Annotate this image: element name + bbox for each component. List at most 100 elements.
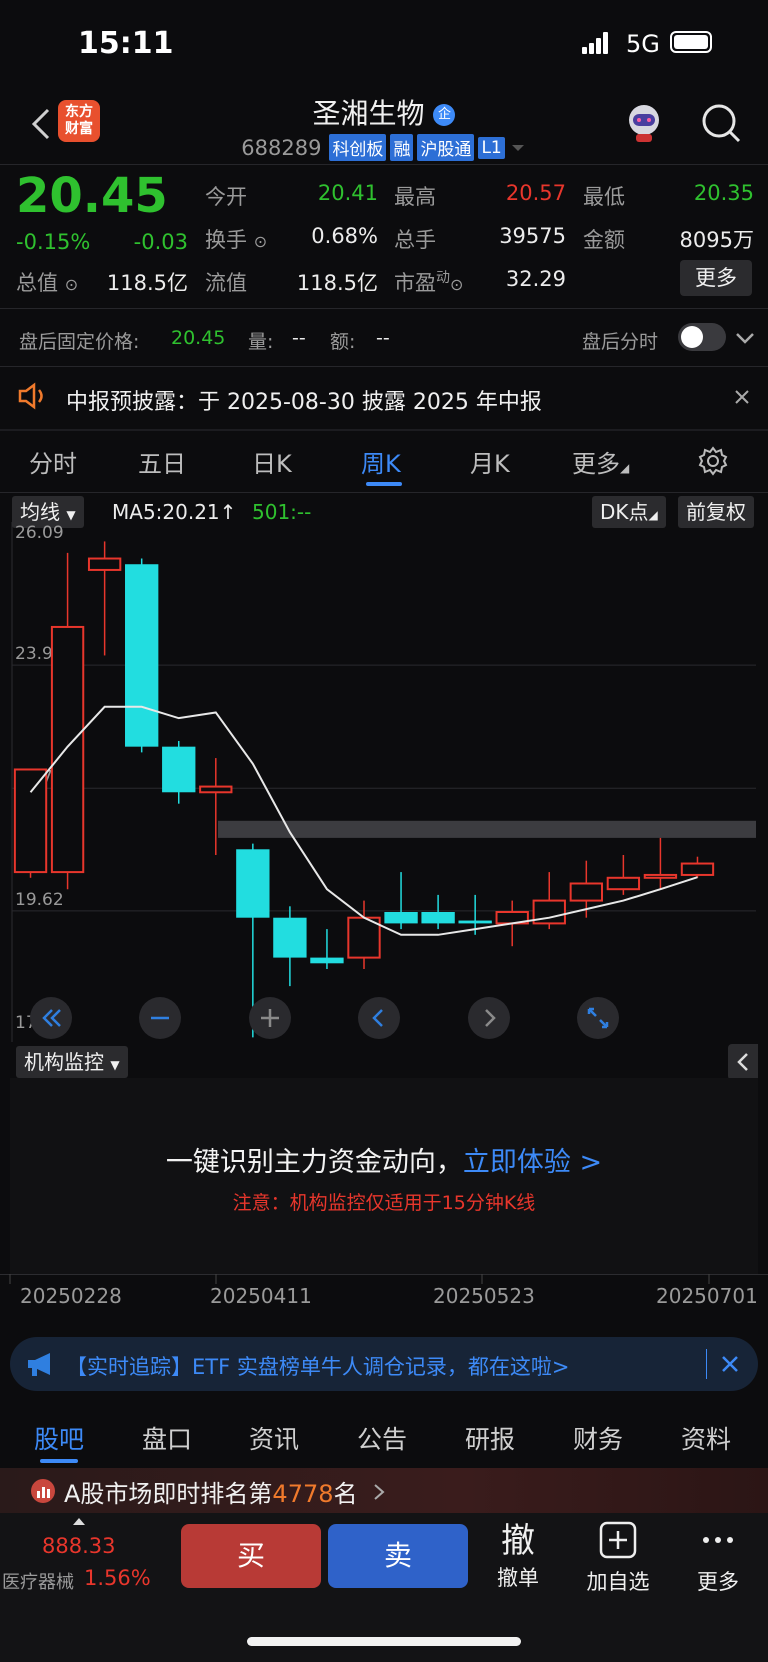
volume-value: 39575	[499, 224, 566, 248]
banner-text[interactable]: 【实时追踪】ETF 实盘榜单牛人调仓记录，都在这啦>	[66, 1351, 569, 1381]
tag-level: L1	[478, 136, 505, 159]
tag-margin: 融	[390, 134, 414, 161]
status-time: 15:11	[78, 26, 174, 61]
minus-icon	[151, 1016, 169, 1020]
monitor-headline[interactable]: 一键识别主力资金动向，立即体验 >	[10, 1140, 758, 1179]
monitor-note: 注意：机构监控仅适用于15分钟K线	[232, 1192, 536, 1214]
network-label: 5G	[626, 30, 660, 58]
high-label: 最高	[394, 185, 436, 209]
tab-research[interactable]: 研报	[465, 1420, 515, 1456]
x-tick: 20250411	[210, 1284, 312, 1308]
candle-body	[606, 876, 641, 891]
plus-square-icon	[599, 1521, 637, 1559]
settings-gear-icon[interactable]	[698, 446, 728, 480]
high-value: 20.57	[505, 181, 566, 205]
float-value: 118.5亿	[296, 271, 378, 295]
candle-body	[13, 768, 48, 874]
signal-icon	[582, 32, 610, 54]
float-label: 流值	[205, 271, 247, 295]
candle-body	[199, 785, 233, 794]
close-icon[interactable]	[732, 387, 752, 411]
zoom-in-button[interactable]	[249, 997, 291, 1039]
tab-intraday[interactable]: 分时	[29, 444, 77, 479]
volume-label: 总手	[394, 228, 436, 252]
sector-index[interactable]: 888.33	[42, 1534, 115, 1558]
sector-name[interactable]: 医疗器械	[2, 1568, 74, 1594]
candle-body	[458, 920, 492, 924]
stock-code: 688289	[241, 135, 322, 160]
rank-text: A股市场即时排名第4778名	[64, 1480, 358, 1508]
candle-body	[421, 911, 455, 924]
after-hours-chart-label: 盘后分时	[582, 331, 659, 353]
pe-value: 32.29	[505, 267, 566, 291]
after-hours-toggle[interactable]	[678, 323, 726, 351]
x-tick: 20250701	[656, 1284, 758, 1308]
open-label: 今开	[205, 185, 247, 209]
tab-announcements[interactable]: 公告	[357, 1420, 407, 1456]
x-tick: 20250523	[433, 1284, 535, 1308]
candle-body	[87, 557, 122, 571]
chevron-down-icon[interactable]	[734, 328, 756, 352]
candle-body	[310, 957, 344, 964]
sector-pct[interactable]: 1.56%	[84, 1566, 151, 1590]
double-chevron-left-icon	[42, 1009, 61, 1027]
chevron-right-icon	[374, 1484, 385, 1500]
scroll-left-button[interactable]	[358, 997, 400, 1039]
mcap-label: 总值 ⊙	[16, 271, 79, 295]
tag-stock-connect: 沪股通	[417, 134, 475, 161]
collapse-side-button[interactable]	[728, 1044, 758, 1080]
y-tick-label: 19.62	[15, 890, 64, 910]
caret-down-icon	[511, 144, 524, 151]
zoom-out-button[interactable]	[139, 997, 181, 1039]
active-tab-indicator	[366, 482, 402, 486]
candle-body	[569, 882, 603, 902]
resistance-zone	[218, 820, 756, 838]
tab-daily-k[interactable]: 日K	[252, 444, 292, 479]
notice-text[interactable]: 中报预披露：于 2025-08-30 披露 2025 年中报	[66, 384, 542, 416]
more-quote-button[interactable]: 更多	[680, 260, 752, 296]
candle-body	[50, 625, 85, 874]
buy-button[interactable]: 买	[181, 1524, 321, 1588]
candle-body	[162, 746, 196, 793]
after-hours-price: 20.45	[171, 327, 226, 349]
rewind-button[interactable]	[30, 997, 72, 1039]
ma5-label: MA5:20.21↑	[112, 500, 237, 524]
tab-financials[interactable]: 财务	[573, 1420, 623, 1456]
tab-news[interactable]: 资讯	[249, 1420, 299, 1456]
after-hours-amt-label: 额:	[330, 331, 356, 353]
ma501-label: 501:--	[252, 500, 312, 524]
cancel-order-button[interactable]: 撤 撤单	[478, 1520, 558, 1592]
mcap-value: 118.5亿	[106, 271, 188, 295]
tab-profile[interactable]: 资料	[681, 1420, 731, 1456]
robot-assistant-icon[interactable]	[622, 100, 666, 144]
change-percent: -0.15%	[16, 230, 91, 254]
more-actions-button[interactable]: 更多	[678, 1520, 758, 1596]
tab-guba[interactable]: 股吧	[34, 1420, 84, 1456]
search-icon[interactable]	[700, 102, 742, 144]
megaphone-icon	[28, 1353, 50, 1376]
tab-weekly-k[interactable]: 周K	[361, 444, 401, 479]
change-amount: -0.03	[133, 230, 188, 254]
rank-strip[interactable]: A股市场即时排名第4778名	[0, 1468, 768, 1514]
tab-monthly-k[interactable]: 月K	[470, 444, 510, 479]
open-value: 20.41	[317, 181, 378, 205]
tab-five-day[interactable]: 五日	[138, 444, 186, 479]
add-watchlist-button[interactable]: 加自选	[578, 1520, 658, 1596]
candlestick-chart[interactable]: 26.0923.9321.7719.6217.46	[0, 522, 768, 1042]
plus-icon	[261, 1009, 279, 1027]
active-tab-indicator	[40, 1459, 78, 1463]
home-indicator[interactable]	[247, 1637, 521, 1646]
monitor-panel: 一键识别主力资金动向，立即体验 > 注意：机构监控仅适用于15分钟K线	[10, 1078, 758, 1274]
promo-banner[interactable]: 【实时追踪】ETF 实盘榜单牛人调仓记录，都在这啦>	[10, 1337, 758, 1391]
turnover-label: 换手 ⊙	[205, 228, 268, 252]
monitor-select[interactable]: 机构监控 ▼	[16, 1046, 128, 1078]
sell-button[interactable]: 卖	[328, 1524, 468, 1588]
tab-order-book[interactable]: 盘口	[142, 1420, 192, 1456]
tab-more[interactable]: 更多◢	[572, 444, 629, 479]
info-icon: ⊙	[253, 232, 268, 251]
fullscreen-button[interactable]	[577, 997, 619, 1039]
current-price: 20.45	[16, 168, 168, 224]
chevron-right-icon	[485, 1009, 496, 1027]
battery-icon	[670, 31, 712, 53]
scroll-right-button[interactable]	[468, 997, 510, 1039]
